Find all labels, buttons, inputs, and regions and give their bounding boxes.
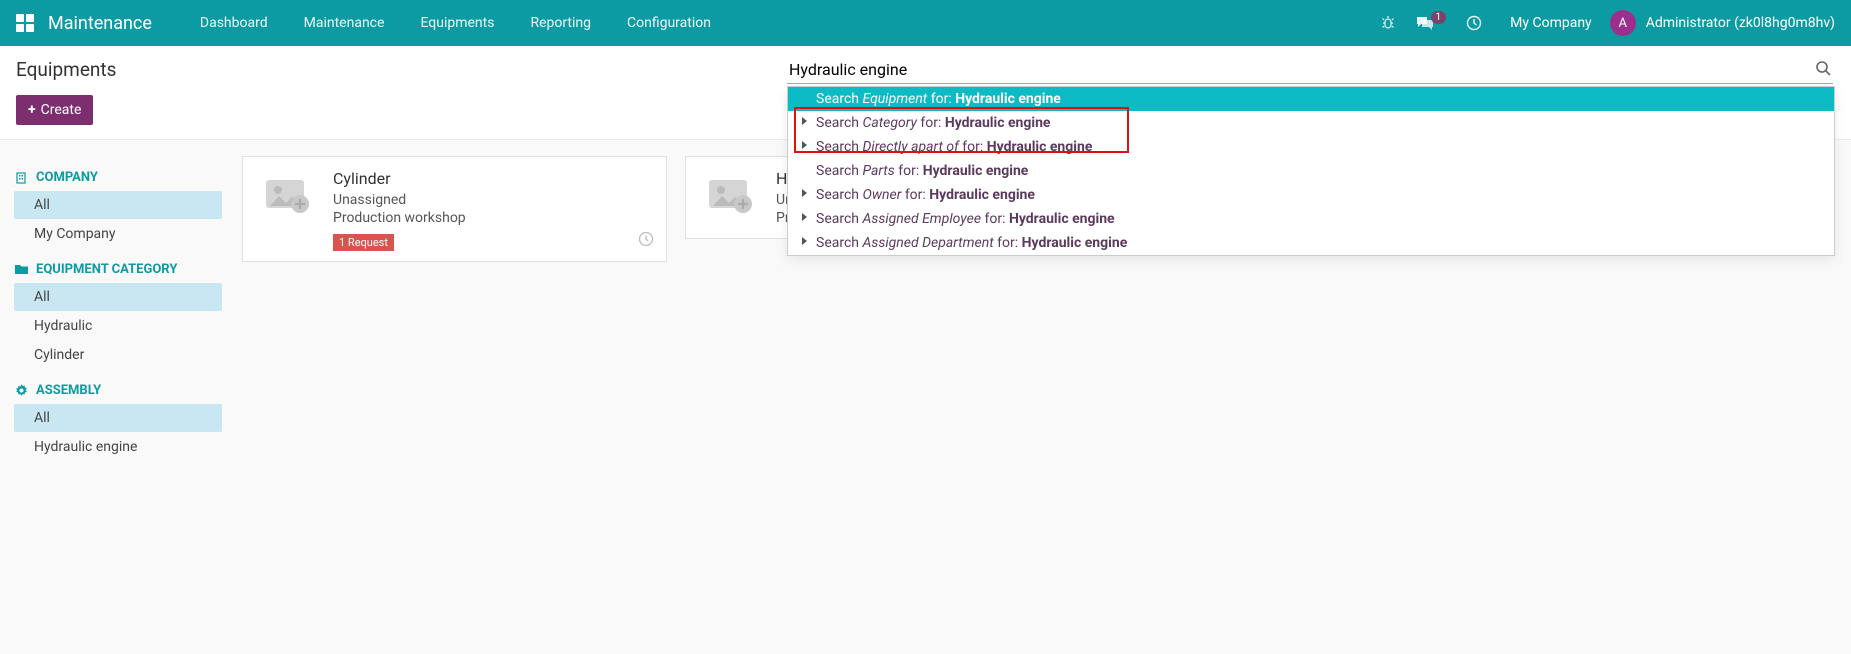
nav-item-reporting[interactable]: Reporting — [512, 0, 609, 46]
nav-item-configuration[interactable]: Configuration — [609, 0, 729, 46]
top-nav: Maintenance DashboardMaintenanceEquipmen… — [0, 0, 1851, 46]
user-avatar[interactable]: A — [1610, 10, 1636, 36]
request-badge: 1 Request — [333, 234, 394, 251]
sidebar-item[interactable]: Hydraulic — [14, 312, 222, 340]
card-assignee: Unassigned — [333, 192, 466, 208]
company-switcher[interactable]: My Company — [1510, 15, 1592, 31]
search-dropdown: Search Equipment for: Hydraulic engineSe… — [787, 86, 1835, 256]
control-panel: Equipments + Create Search Equipment for… — [0, 46, 1851, 140]
search-input[interactable] — [787, 56, 1833, 84]
plus-icon: + — [28, 102, 36, 118]
sidebar-section-equipment-category[interactable]: EQUIPMENT CATEGORY — [14, 262, 222, 277]
nav-item-maintenance[interactable]: Maintenance — [286, 0, 403, 46]
app-brand[interactable]: Maintenance — [48, 13, 152, 34]
card-location: Production workshop — [333, 210, 466, 226]
search-option[interactable]: Search Category for: Hydraulic engine — [788, 111, 1834, 135]
equipment-card[interactable]: Cylinder Unassigned Production workshop 1 R… — [242, 156, 667, 262]
search-option[interactable]: Search Parts for: Hydraulic engine — [788, 159, 1834, 183]
search-option[interactable]: Search Assigned Employee for: Hydraulic … — [788, 207, 1834, 231]
sidebar-item[interactable]: All — [14, 404, 222, 432]
sidebar-item[interactable]: All — [14, 191, 222, 219]
activity-icon[interactable] — [1466, 15, 1482, 31]
nav-item-equipments[interactable]: Equipments — [402, 0, 512, 46]
sidebar-section-assembly[interactable]: ASSEMBLY — [14, 383, 222, 398]
search-icon[interactable] — [1815, 60, 1831, 80]
search-option[interactable]: Search Directly apart of for: Hydraulic … — [788, 135, 1834, 159]
sidebar-item[interactable]: Hydraulic engine — [14, 433, 222, 461]
nav-item-dashboard[interactable]: Dashboard — [182, 0, 286, 46]
debug-icon[interactable] — [1380, 15, 1396, 31]
sidebar-item[interactable]: Cylinder — [14, 341, 222, 369]
messaging-badge: 1 — [1431, 11, 1447, 24]
image-placeholder-icon — [700, 169, 762, 219]
user-menu[interactable]: Administrator (zk0l8hg0m8hv) — [1646, 15, 1835, 31]
search-option[interactable]: Search Owner for: Hydraulic engine — [788, 183, 1834, 207]
apps-icon[interactable] — [16, 14, 34, 32]
sidebar-item[interactable]: My Company — [14, 220, 222, 248]
image-placeholder-icon — [257, 169, 319, 219]
search-area: Search Equipment for: Hydraulic engineSe… — [787, 56, 1833, 84]
card-title: Cylinder — [333, 169, 466, 188]
search-option[interactable]: Search Assigned Department for: Hydrauli… — [788, 231, 1834, 255]
activity-clock-icon[interactable] — [638, 231, 654, 251]
search-option[interactable]: Search Equipment for: Hydraulic engine — [788, 87, 1834, 111]
messaging-icon[interactable]: 1 — [1416, 15, 1447, 31]
sidebar-section-company[interactable]: COMPANY — [14, 170, 222, 185]
filter-sidebar: COMPANYAllMy CompanyEQUIPMENT CATEGORYAl… — [0, 140, 230, 478]
sidebar-item[interactable]: All — [14, 283, 222, 311]
create-button[interactable]: + Create — [16, 95, 93, 125]
